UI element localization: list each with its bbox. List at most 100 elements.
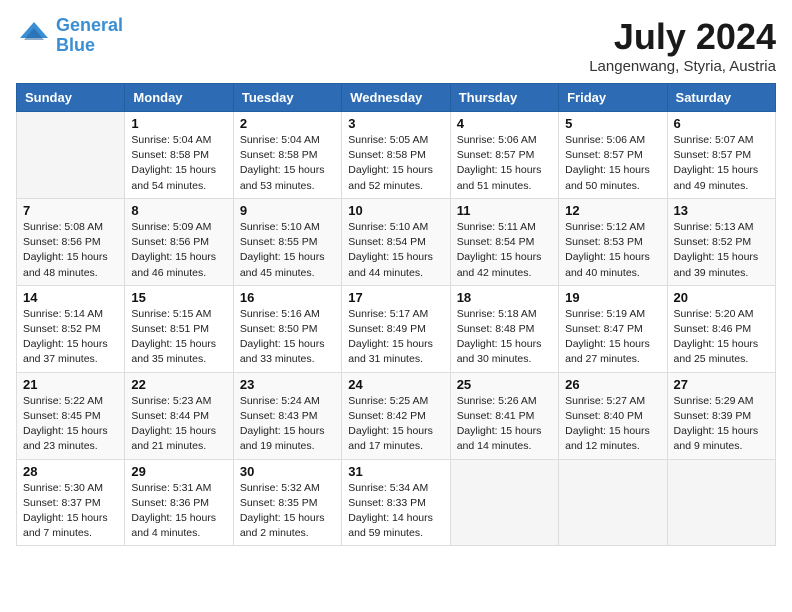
calendar-week-2: 7 Sunrise: 5:08 AM Sunset: 8:56 PM Daylig…	[17, 198, 776, 285]
day-number: 29	[131, 464, 226, 479]
calendar-cell: 14Sunrise: 5:14 AM Sunset: 8:52 PM Dayli…	[17, 285, 125, 372]
column-header-sunday: Sunday	[17, 84, 125, 112]
calendar-cell	[667, 459, 775, 546]
day-number: 9	[240, 203, 335, 218]
day-info: Sunrise: 5:14 AM Sunset: 8:52 PM Dayligh…	[23, 307, 118, 368]
day-number: 19	[565, 290, 660, 305]
logo-text: General Blue	[56, 16, 123, 56]
day-info: Sunrise: 5:30 AM Sunset: 8:37 PM Dayligh…	[23, 481, 118, 542]
calendar-cell: 6Sunrise: 5:07 AM Sunset: 8:57 PM Daylig…	[667, 112, 775, 199]
calendar-table: SundayMondayTuesdayWednesdayThursdayFrid…	[16, 83, 776, 546]
day-number: 18	[457, 290, 552, 305]
day-info: Sunrise: 5:15 AM Sunset: 8:51 PM Dayligh…	[131, 307, 226, 368]
day-number: 7	[23, 203, 118, 218]
calendar-cell	[559, 459, 667, 546]
day-number: 24	[348, 377, 443, 392]
calendar-cell: 12Sunrise: 5:12 AM Sunset: 8:53 PM Dayli…	[559, 198, 667, 285]
day-info: Sunrise: 5:08 AM Sunset: 8:56 PM Dayligh…	[23, 220, 118, 281]
day-info: Sunrise: 5:29 AM Sunset: 8:39 PM Dayligh…	[674, 394, 769, 455]
day-info: Sunrise: 5:17 AM Sunset: 8:49 PM Dayligh…	[348, 307, 443, 368]
day-number: 25	[457, 377, 552, 392]
day-info: Sunrise: 5:10 AM Sunset: 8:55 PM Dayligh…	[240, 220, 335, 281]
day-info: Sunrise: 5:22 AM Sunset: 8:45 PM Dayligh…	[23, 394, 118, 455]
day-info: Sunrise: 5:04 AM Sunset: 8:58 PM Dayligh…	[240, 133, 335, 194]
day-number: 1	[131, 116, 226, 131]
day-number: 20	[674, 290, 769, 305]
calendar-cell: 15Sunrise: 5:15 AM Sunset: 8:51 PM Dayli…	[125, 285, 233, 372]
day-number: 28	[23, 464, 118, 479]
calendar-cell: 11Sunrise: 5:11 AM Sunset: 8:54 PM Dayli…	[450, 198, 558, 285]
day-info: Sunrise: 5:18 AM Sunset: 8:48 PM Dayligh…	[457, 307, 552, 368]
calendar-cell: 2 Sunrise: 5:04 AM Sunset: 8:58 PM Daylig…	[233, 112, 341, 199]
day-info: Sunrise: 5:31 AM Sunset: 8:36 PM Dayligh…	[131, 481, 226, 542]
calendar-week-1: 1 Sunrise: 5:04 AM Sunset: 8:58 PM Daylig…	[17, 112, 776, 199]
day-number: 5	[565, 116, 660, 131]
calendar-cell: 1Sunrise: 5:04 AM Sunset: 8:58 PM Daylig…	[125, 112, 233, 199]
calendar-cell: 9 Sunrise: 5:10 AM Sunset: 8:55 PM Daylig…	[233, 198, 341, 285]
calendar-cell: 27 Sunrise: 5:29 AM Sunset: 8:39 PM Dayli…	[667, 372, 775, 459]
page-header: General Blue July 2024 Langenwang, Styri…	[16, 16, 776, 75]
calendar-cell: 30 Sunrise: 5:32 AM Sunset: 8:35 PM Dayli…	[233, 459, 341, 546]
day-info: Sunrise: 5:11 AM Sunset: 8:54 PM Dayligh…	[457, 220, 552, 281]
day-info: Sunrise: 5:07 AM Sunset: 8:57 PM Dayligh…	[674, 133, 769, 194]
day-info: Sunrise: 5:06 AM Sunset: 8:57 PM Dayligh…	[565, 133, 660, 194]
day-info: Sunrise: 5:16 AM Sunset: 8:50 PM Dayligh…	[240, 307, 335, 368]
day-info: Sunrise: 5:32 AM Sunset: 8:35 PM Dayligh…	[240, 481, 335, 542]
day-info: Sunrise: 5:25 AM Sunset: 8:42 PM Dayligh…	[348, 394, 443, 455]
column-header-thursday: Thursday	[450, 84, 558, 112]
calendar-cell: 19 Sunrise: 5:19 AM Sunset: 8:47 PM Dayli…	[559, 285, 667, 372]
location: Langenwang, Styria, Austria	[589, 58, 776, 75]
day-number: 21	[23, 377, 118, 392]
day-info: Sunrise: 5:13 AM Sunset: 8:52 PM Dayligh…	[674, 220, 769, 281]
calendar-header-row: SundayMondayTuesdayWednesdayThursdayFrid…	[17, 84, 776, 112]
month-title: July 2024	[589, 16, 776, 58]
calendar-cell: 26 Sunrise: 5:27 AM Sunset: 8:40 PM Dayli…	[559, 372, 667, 459]
day-number: 31	[348, 464, 443, 479]
day-number: 23	[240, 377, 335, 392]
day-info: Sunrise: 5:24 AM Sunset: 8:43 PM Dayligh…	[240, 394, 335, 455]
column-header-monday: Monday	[125, 84, 233, 112]
calendar-cell: 8Sunrise: 5:09 AM Sunset: 8:56 PM Daylig…	[125, 198, 233, 285]
day-number: 30	[240, 464, 335, 479]
column-header-wednesday: Wednesday	[342, 84, 450, 112]
calendar-cell: 18 Sunrise: 5:18 AM Sunset: 8:48 PM Dayli…	[450, 285, 558, 372]
calendar-cell	[17, 112, 125, 199]
day-info: Sunrise: 5:06 AM Sunset: 8:57 PM Dayligh…	[457, 133, 552, 194]
calendar-week-4: 21 Sunrise: 5:22 AM Sunset: 8:45 PM Dayli…	[17, 372, 776, 459]
day-number: 10	[348, 203, 443, 218]
day-number: 8	[131, 203, 226, 218]
day-number: 3	[348, 116, 443, 131]
calendar-cell: 13 Sunrise: 5:13 AM Sunset: 8:52 PM Dayli…	[667, 198, 775, 285]
calendar-cell: 17 Sunrise: 5:17 AM Sunset: 8:49 PM Dayli…	[342, 285, 450, 372]
calendar-cell	[450, 459, 558, 546]
calendar-cell: 20 Sunrise: 5:20 AM Sunset: 8:46 PM Dayli…	[667, 285, 775, 372]
day-info: Sunrise: 5:20 AM Sunset: 8:46 PM Dayligh…	[674, 307, 769, 368]
day-info: Sunrise: 5:27 AM Sunset: 8:40 PM Dayligh…	[565, 394, 660, 455]
day-info: Sunrise: 5:34 AM Sunset: 8:33 PM Dayligh…	[348, 481, 443, 542]
day-info: Sunrise: 5:19 AM Sunset: 8:47 PM Dayligh…	[565, 307, 660, 368]
day-number: 13	[674, 203, 769, 218]
column-header-tuesday: Tuesday	[233, 84, 341, 112]
calendar-cell: 24 Sunrise: 5:25 AM Sunset: 8:42 PM Dayli…	[342, 372, 450, 459]
logo: General Blue	[16, 16, 123, 56]
column-header-saturday: Saturday	[667, 84, 775, 112]
day-info: Sunrise: 5:23 AM Sunset: 8:44 PM Dayligh…	[131, 394, 226, 455]
calendar-cell: 25 Sunrise: 5:26 AM Sunset: 8:41 PM Dayli…	[450, 372, 558, 459]
calendar-cell: 23 Sunrise: 5:24 AM Sunset: 8:43 PM Dayli…	[233, 372, 341, 459]
day-number: 17	[348, 290, 443, 305]
day-number: 4	[457, 116, 552, 131]
day-number: 22	[131, 377, 226, 392]
calendar-cell: 29 Sunrise: 5:31 AM Sunset: 8:36 PM Dayli…	[125, 459, 233, 546]
calendar-cell: 4 Sunrise: 5:06 AM Sunset: 8:57 PM Daylig…	[450, 112, 558, 199]
calendar-week-5: 28 Sunrise: 5:30 AM Sunset: 8:37 PM Dayli…	[17, 459, 776, 546]
calendar-cell: 28 Sunrise: 5:30 AM Sunset: 8:37 PM Dayli…	[17, 459, 125, 546]
day-number: 27	[674, 377, 769, 392]
calendar-cell: 16Sunrise: 5:16 AM Sunset: 8:50 PM Dayli…	[233, 285, 341, 372]
day-number: 2	[240, 116, 335, 131]
calendar-week-3: 14Sunrise: 5:14 AM Sunset: 8:52 PM Dayli…	[17, 285, 776, 372]
logo-icon	[16, 18, 52, 54]
day-info: Sunrise: 5:26 AM Sunset: 8:41 PM Dayligh…	[457, 394, 552, 455]
day-number: 26	[565, 377, 660, 392]
calendar-cell: 7 Sunrise: 5:08 AM Sunset: 8:56 PM Daylig…	[17, 198, 125, 285]
calendar-cell: 10Sunrise: 5:10 AM Sunset: 8:54 PM Dayli…	[342, 198, 450, 285]
